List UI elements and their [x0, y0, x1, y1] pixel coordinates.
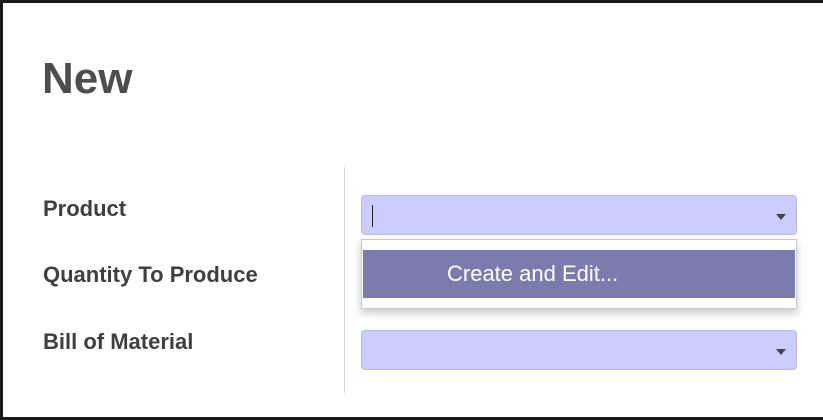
chevron-down-icon[interactable]	[776, 214, 786, 220]
product-label: Product	[43, 196, 127, 221]
form-window: New Product Quantity To Produce Bill of …	[0, 0, 823, 420]
product-field[interactable]	[361, 195, 797, 235]
quantity-label: Quantity To Produce	[43, 262, 258, 287]
page-title: New	[42, 54, 133, 103]
product-dropdown-menu: Create and Edit...	[361, 239, 797, 309]
text-cursor	[372, 205, 373, 227]
create-and-edit-option[interactable]: Create and Edit...	[363, 250, 795, 298]
bill-of-material-label: Bill of Material	[43, 329, 194, 354]
chevron-down-icon[interactable]	[776, 349, 786, 355]
bill-of-material-field[interactable]	[361, 330, 797, 370]
column-divider	[344, 167, 345, 393]
